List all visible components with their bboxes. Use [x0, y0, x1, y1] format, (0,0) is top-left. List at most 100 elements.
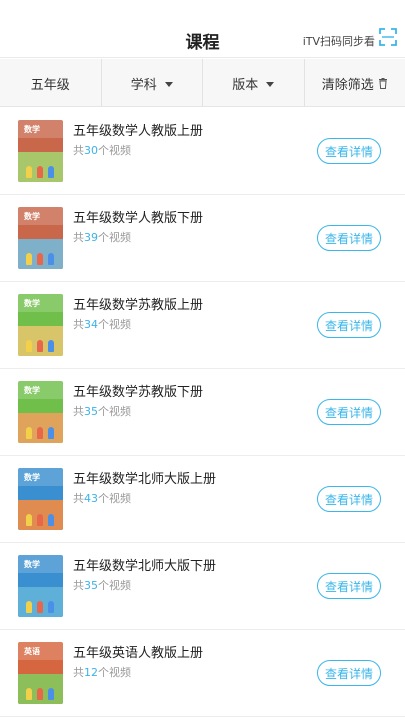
count-prefix: 共 [73, 666, 84, 679]
book-cover: 英语 [18, 642, 63, 704]
course-name: 五年级数学人教版上册 [73, 124, 204, 139]
cover-figure [26, 601, 32, 613]
cover-label: 数学 [24, 560, 40, 569]
count-prefix: 共 [73, 492, 84, 505]
video-count: 共30个视频 [73, 142, 131, 158]
book-cover: 数学 [18, 555, 63, 617]
list-item[interactable]: 数学 五年级数学人教版上册 共30个视频 查看详情 [0, 108, 405, 195]
count-suffix: 个视频 [98, 579, 131, 592]
count-number: 35 [84, 405, 98, 418]
edition-filter[interactable]: 版本 [203, 59, 305, 107]
book-cover: 数学 [18, 120, 63, 182]
video-count: 共35个视频 [73, 577, 131, 593]
cover-figure [48, 253, 54, 265]
clear-filter-label: 清除筛选 [321, 77, 374, 93]
course-name: 五年级英语人教版上册 [73, 646, 204, 661]
view-details-button[interactable]: 查看详情 [317, 312, 381, 338]
edition-filter-label: 版本 [232, 77, 259, 93]
course-list: 数学 五年级数学人教版上册 共30个视频 查看详情 数学 五年级数学人教版下册 … [0, 108, 405, 717]
cover-figure [37, 253, 43, 265]
list-item[interactable]: 数学 五年级数学人教版下册 共39个视频 查看详情 [0, 195, 405, 282]
book-cover: 数学 [18, 294, 63, 356]
view-details-button[interactable]: 查看详情 [317, 138, 381, 164]
view-details-button[interactable]: 查看详情 [317, 660, 381, 686]
course-name: 五年级数学北师大版上册 [73, 472, 217, 487]
count-suffix: 个视频 [98, 144, 131, 157]
scan-icon[interactable] [379, 28, 397, 46]
count-number: 35 [84, 579, 98, 592]
grade-filter-label: 五年级 [30, 77, 70, 93]
count-suffix: 个视频 [98, 405, 131, 418]
count-prefix: 共 [73, 231, 84, 244]
video-count: 共35个视频 [73, 403, 131, 419]
count-number: 30 [84, 144, 98, 157]
cover-figure [37, 514, 43, 526]
count-number: 12 [84, 666, 98, 679]
trash-icon [378, 77, 387, 89]
count-number: 34 [84, 318, 98, 331]
cover-figure [26, 514, 32, 526]
video-count: 共34个视频 [73, 316, 131, 332]
cover-figure [37, 601, 43, 613]
book-cover: 数学 [18, 207, 63, 269]
caret-down-icon [164, 81, 173, 87]
count-suffix: 个视频 [98, 318, 131, 331]
course-name: 五年级数学苏教版上册 [73, 298, 204, 313]
view-details-button[interactable]: 查看详情 [317, 399, 381, 425]
count-prefix: 共 [73, 405, 84, 418]
list-item[interactable]: 英语 五年级英语人教版上册 共12个视频 查看详情 [0, 630, 405, 717]
cover-label: 英语 [24, 647, 40, 656]
cover-figure [37, 427, 43, 439]
cover-figure [26, 253, 32, 265]
cover-figure [48, 601, 54, 613]
cover-label: 数学 [24, 473, 40, 482]
app-header: 课程 iTV扫码同步看 [0, 0, 405, 58]
cover-figure [37, 688, 43, 700]
cover-label: 数学 [24, 299, 40, 308]
course-name: 五年级数学人教版下册 [73, 211, 204, 226]
count-prefix: 共 [73, 318, 84, 331]
itv-scan-label[interactable]: iTV扫码同步看 [303, 33, 375, 49]
count-suffix: 个视频 [98, 492, 131, 505]
subject-filter-label: 学科 [130, 77, 157, 93]
cover-label: 数学 [24, 125, 40, 134]
video-count: 共43个视频 [73, 490, 131, 506]
list-item[interactable]: 数学 五年级数学苏教版下册 共35个视频 查看详情 [0, 369, 405, 456]
video-count: 共12个视频 [73, 664, 131, 680]
video-count: 共39个视频 [73, 229, 131, 245]
view-details-button[interactable]: 查看详情 [317, 486, 381, 512]
cover-figure [48, 514, 54, 526]
count-suffix: 个视频 [98, 231, 131, 244]
cover-figure [48, 340, 54, 352]
cover-figure [26, 427, 32, 439]
filter-bar: 五年级 学科 版本 清除筛选 [0, 59, 405, 107]
list-item[interactable]: 数学 五年级数学苏教版上册 共34个视频 查看详情 [0, 282, 405, 369]
count-number: 39 [84, 231, 98, 244]
subject-filter[interactable]: 学科 [102, 59, 203, 107]
cover-figure [26, 166, 32, 178]
cover-figure [37, 340, 43, 352]
course-name: 五年级数学北师大版下册 [73, 559, 217, 574]
cover-figure [37, 166, 43, 178]
clear-filter-button[interactable]: 清除筛选 [305, 59, 405, 107]
book-cover: 数学 [18, 468, 63, 530]
cover-figure [48, 427, 54, 439]
cover-figure [48, 166, 54, 178]
list-item[interactable]: 数学 五年级数学北师大版下册 共35个视频 查看详情 [0, 543, 405, 630]
count-number: 43 [84, 492, 98, 505]
caret-down-icon [266, 81, 275, 87]
cover-label: 数学 [24, 212, 40, 221]
view-details-button[interactable]: 查看详情 [317, 225, 381, 251]
grade-filter[interactable]: 五年级 [0, 59, 102, 107]
count-prefix: 共 [73, 579, 84, 592]
course-name: 五年级数学苏教版下册 [73, 385, 204, 400]
view-details-button[interactable]: 查看详情 [317, 573, 381, 599]
cover-figure [26, 688, 32, 700]
count-suffix: 个视频 [98, 666, 131, 679]
count-prefix: 共 [73, 144, 84, 157]
book-cover: 数学 [18, 381, 63, 443]
cover-label: 数学 [24, 386, 40, 395]
cover-figure [26, 340, 32, 352]
list-item[interactable]: 数学 五年级数学北师大版上册 共43个视频 查看详情 [0, 456, 405, 543]
cover-figure [48, 688, 54, 700]
